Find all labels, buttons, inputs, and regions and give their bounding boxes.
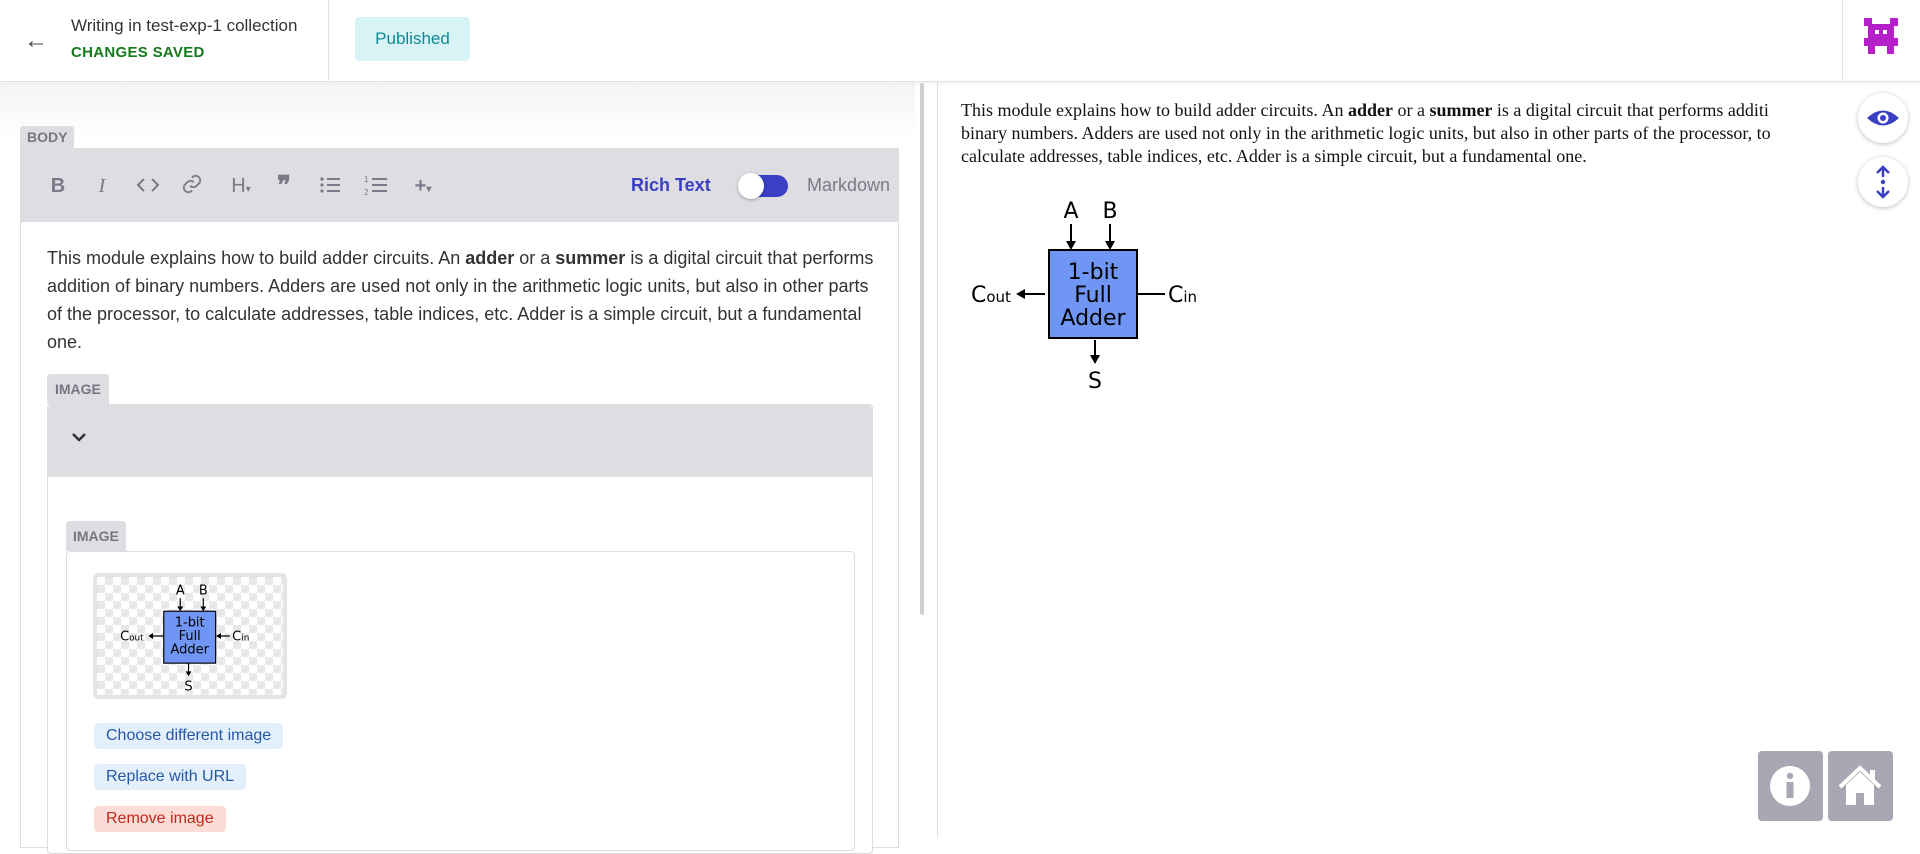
adder-line-1: 1-bit: [1068, 260, 1119, 285]
link-button[interactable]: [179, 173, 205, 199]
image-block-label: IMAGE: [47, 374, 109, 404]
heading-button[interactable]: H▾: [225, 173, 257, 199]
text-span: This module explains how to build adder …: [47, 248, 466, 268]
carry-out-label: Cout: [120, 630, 144, 645]
svg-text:1: 1: [364, 175, 369, 184]
preview-paragraph: This module explains how to build adder …: [961, 99, 1861, 168]
preview-line-3: calculate addresses, table indices, etc.…: [961, 146, 1587, 166]
text-span: This module explains how to build adder …: [961, 100, 1348, 120]
sum-output-label: S: [184, 679, 192, 694]
carry-in-label: Cin: [232, 630, 249, 645]
formatting-toolbar: B I H▾ ❞ 12 +▾ Rich Text Markdown: [21, 149, 898, 222]
preview-toggle-button[interactable]: [1858, 93, 1908, 143]
adder-line-1: 1-bit: [175, 616, 205, 631]
link-icon: [182, 174, 202, 194]
bold-text: adder: [1347, 100, 1393, 120]
bold-button[interactable]: B: [45, 173, 71, 199]
scroll-sync-button[interactable]: [1858, 157, 1908, 207]
save-status: CHANGES SAVED: [71, 44, 205, 61]
avatar-logo-icon[interactable]: [1864, 18, 1898, 54]
back-arrow-button[interactable]: ←: [24, 26, 54, 56]
top-bar: ← Writing in test-exp-1 collection CHANG…: [0, 0, 1920, 82]
scroll-sync-icon: [1876, 165, 1890, 199]
divider: [328, 0, 329, 82]
input-a-label: A: [176, 584, 185, 599]
image-thumbnail[interactable]: A B 1-bit Full Adder Cout Cin S: [93, 573, 287, 699]
body-field-label: BODY: [20, 126, 75, 148]
adder-line-3: Adder: [1060, 306, 1126, 331]
adder-line-3: Adder: [170, 643, 209, 658]
editor-mode-toggle[interactable]: [738, 173, 788, 199]
title-block: Writing in test-exp-1 collection CHANGES…: [71, 16, 297, 61]
numbered-list-button[interactable]: 12: [363, 173, 389, 199]
input-b-label: B: [1102, 199, 1117, 224]
markdown-mode-label[interactable]: Markdown: [807, 175, 890, 196]
image-field-label: IMAGE: [66, 521, 126, 551]
bulleted-list-button[interactable]: [317, 173, 343, 199]
bold-text: adder: [465, 248, 515, 268]
svg-text:2: 2: [364, 188, 369, 197]
input-a-label: A: [1063, 199, 1078, 224]
bold-text: summer: [1429, 100, 1493, 120]
preview-line-2: binary numbers. Adders are used not only…: [961, 123, 1771, 143]
adder-line-2: Full: [179, 629, 201, 644]
code-icon: [136, 178, 160, 192]
carry-in-label: Cin: [1168, 283, 1197, 308]
code-button[interactable]: [135, 173, 161, 199]
numbered-list-icon: 12: [364, 175, 387, 197]
carry-out-label: Cout: [971, 283, 1011, 308]
published-status-button[interactable]: Published: [355, 17, 470, 61]
full-adder-diagram: A B 1-bit Full Adder Cout Cin S: [971, 199, 1197, 394]
image-block-header: [48, 405, 872, 477]
rich-text-mode-label[interactable]: Rich Text: [631, 175, 711, 196]
collapse-chevron-icon[interactable]: [69, 427, 93, 451]
home-icon: [1838, 765, 1882, 805]
preview-line-1: This module explains how to build adder …: [961, 99, 1861, 122]
input-b-label: B: [199, 584, 208, 599]
eye-icon: [1867, 110, 1899, 126]
choose-different-image-button[interactable]: Choose different image: [94, 723, 284, 749]
replace-with-url-button[interactable]: Replace with URL: [94, 764, 247, 790]
divider: [937, 83, 938, 837]
bulleted-list-icon: [320, 177, 340, 193]
body-paragraph[interactable]: This module explains how to build adder …: [47, 244, 877, 356]
add-block-button[interactable]: +▾: [407, 173, 439, 199]
info-button[interactable]: [1758, 751, 1823, 821]
home-button[interactable]: [1828, 751, 1893, 821]
full-adder-diagram-thumbnail: A B 1-bit Full Adder Cout Cin S: [120, 584, 249, 695]
bold-text: summer: [555, 248, 626, 268]
adder-line-2: Full: [1074, 283, 1112, 308]
pane-resize-handle[interactable]: [920, 83, 924, 615]
info-icon: [1770, 766, 1810, 806]
collection-title: Writing in test-exp-1 collection: [71, 16, 298, 35]
divider: [1842, 0, 1843, 82]
text-span: is a digital circuit that performs addit…: [1492, 100, 1769, 120]
italic-button[interactable]: I: [89, 173, 115, 199]
sum-output-label: S: [1088, 369, 1102, 394]
text-span: or a: [1392, 100, 1430, 120]
remove-image-button[interactable]: Remove image: [94, 806, 226, 832]
text-span: or a: [514, 248, 556, 268]
toggle-knob: [738, 173, 764, 199]
quote-button[interactable]: ❞: [271, 173, 297, 199]
